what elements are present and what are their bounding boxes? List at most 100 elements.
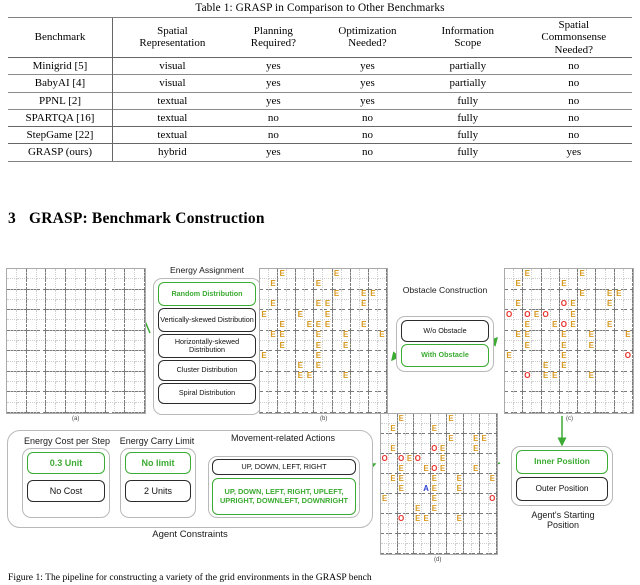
grid-cell <box>56 392 67 403</box>
grid-cell <box>488 484 497 494</box>
grid-cell-energy: E <box>523 320 533 331</box>
grid-cell <box>85 382 96 393</box>
grid-cell <box>7 361 17 372</box>
grid-cell <box>541 392 551 403</box>
grid-cell <box>559 310 569 321</box>
option-outer-position[interactable]: Outer Position <box>516 477 608 501</box>
grid-cell <box>559 382 569 393</box>
grid-cell <box>587 320 597 331</box>
grid-cell <box>260 402 270 413</box>
option-vertically-skewed-distribution[interactable]: Vertically-skewed Distribution <box>158 308 256 332</box>
grid-cell <box>278 310 288 321</box>
grid-cell <box>532 279 542 290</box>
grid-cell <box>488 544 497 554</box>
grid-cell <box>472 544 481 554</box>
grid-cell <box>368 392 378 403</box>
grid-cell-energy: E <box>578 289 588 300</box>
grid-cell <box>350 330 360 341</box>
grid-cell <box>587 310 597 321</box>
grid-cell <box>377 299 387 311</box>
option-carry-no-limit[interactable]: No limit <box>125 452 191 474</box>
grid-cell <box>614 351 624 362</box>
grid-cell-obstacle: O <box>559 320 569 331</box>
grid-cell <box>125 299 136 311</box>
grid-cell-energy: E <box>605 320 615 331</box>
grid-cell <box>377 371 387 383</box>
grid-cell <box>439 534 448 544</box>
grid-cell <box>422 494 431 504</box>
grid-cell <box>341 361 351 372</box>
grid-cell <box>56 279 67 290</box>
grid-cell <box>614 392 624 403</box>
grid-cell-energy: E <box>305 371 315 383</box>
grid-cell-energy: E <box>532 310 542 321</box>
grid-cell <box>623 320 633 331</box>
option-carry-2-units[interactable]: 2 Units <box>125 480 191 502</box>
option-without-obstacle[interactable]: W/o Obstacle <box>401 320 489 342</box>
grid-cell <box>381 474 390 484</box>
grid-cell <box>405 484 415 494</box>
grid-cell <box>115 320 126 331</box>
grid-cell-energy: E <box>314 351 324 362</box>
grid-cell <box>623 269 633 280</box>
option-with-obstacle[interactable]: With Obstacle <box>401 344 489 367</box>
grid-cell <box>66 371 76 383</box>
grid-cell <box>323 279 333 290</box>
option-movement-4-directions[interactable]: UP, DOWN, LEFT, RIGHT <box>212 459 356 475</box>
option-cluster-distribution[interactable]: Cluster Distribution <box>158 360 256 381</box>
grid-cell <box>550 310 560 321</box>
grid-cell <box>578 371 588 383</box>
grid-cell <box>36 320 47 331</box>
table-header-row: Benchmark Spatial Representation Plannin… <box>8 17 632 58</box>
grid-cell <box>422 544 431 554</box>
cell-planning-required: yes <box>231 91 315 110</box>
option-inner-position[interactable]: Inner Position <box>516 450 608 474</box>
cell-benchmark: SPARTQA [16] <box>8 108 113 127</box>
grid-cell-agent: A <box>422 483 431 494</box>
grid-cell <box>532 269 542 280</box>
grid-cell-energy: E <box>414 504 423 514</box>
option-horizontally-skewed-distribution[interactable]: Horizontally-skewed Distribution <box>158 334 256 358</box>
grid-cell <box>7 299 17 311</box>
grid-cell <box>587 269 597 280</box>
grid-cell <box>76 269 86 280</box>
grid-cell <box>359 382 369 393</box>
grid-cell-energy: E <box>439 454 448 464</box>
grid-cell <box>287 299 297 311</box>
option-random-distribution[interactable]: Random Distribution <box>158 282 256 306</box>
grid-cell <box>135 279 145 290</box>
grid-cell <box>578 320 588 331</box>
grid-cell <box>36 402 47 413</box>
grid-cell <box>447 514 456 524</box>
grid-cell <box>587 361 597 372</box>
grid-cell <box>397 494 406 504</box>
grid-cell <box>7 371 17 383</box>
grid-cell <box>16 320 27 331</box>
grid-cell <box>66 361 76 372</box>
grid-cell <box>614 320 624 331</box>
grid-cell <box>56 310 67 321</box>
grid-cell <box>488 464 497 474</box>
grid-cell <box>269 310 279 321</box>
grid-cell <box>422 434 431 444</box>
grid-cell <box>532 341 542 352</box>
option-spiral-distribution[interactable]: Spiral Distribution <box>158 383 256 404</box>
grid-cell <box>447 534 456 544</box>
grid-cell <box>523 382 533 393</box>
grid-cell <box>523 351 533 362</box>
energy-carry-limit-title: Energy Carry Limit <box>119 436 195 446</box>
option-movement-8-directions[interactable]: UP, DOWN, LEFT, RIGHT, UPLEFT, UPRIGHT, … <box>212 478 356 515</box>
option-energy-cost-03-unit[interactable]: 0.3 Unit <box>27 452 105 474</box>
grid-cell <box>405 494 415 504</box>
grid-cell-obstacle: O <box>559 299 569 311</box>
grid-cell-obstacle: O <box>381 453 390 464</box>
grid-cell <box>505 371 515 383</box>
grid-cell <box>341 289 351 300</box>
grid-cell <box>381 524 390 534</box>
grid-cell-energy: E <box>523 330 533 341</box>
grid-cell <box>455 414 464 424</box>
grid-cell <box>430 544 439 554</box>
grid-cell <box>36 299 47 311</box>
option-energy-cost-no-cost[interactable]: No Cost <box>27 480 105 502</box>
grid-cell <box>332 392 342 403</box>
